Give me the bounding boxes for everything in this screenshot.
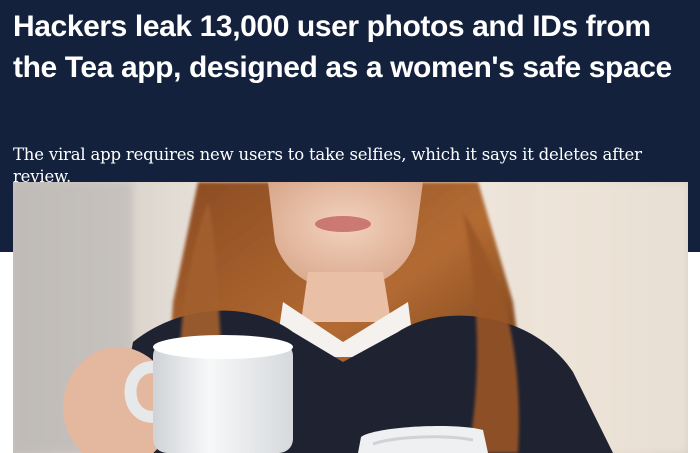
hero-photo — [13, 182, 688, 453]
article-page: Hackers leak 13,000 user photos and IDs … — [0, 0, 700, 453]
photo-woman-coffee-phone-icon — [13, 182, 688, 453]
article-headline: Hackers leak 13,000 user photos and IDs … — [13, 10, 672, 84]
